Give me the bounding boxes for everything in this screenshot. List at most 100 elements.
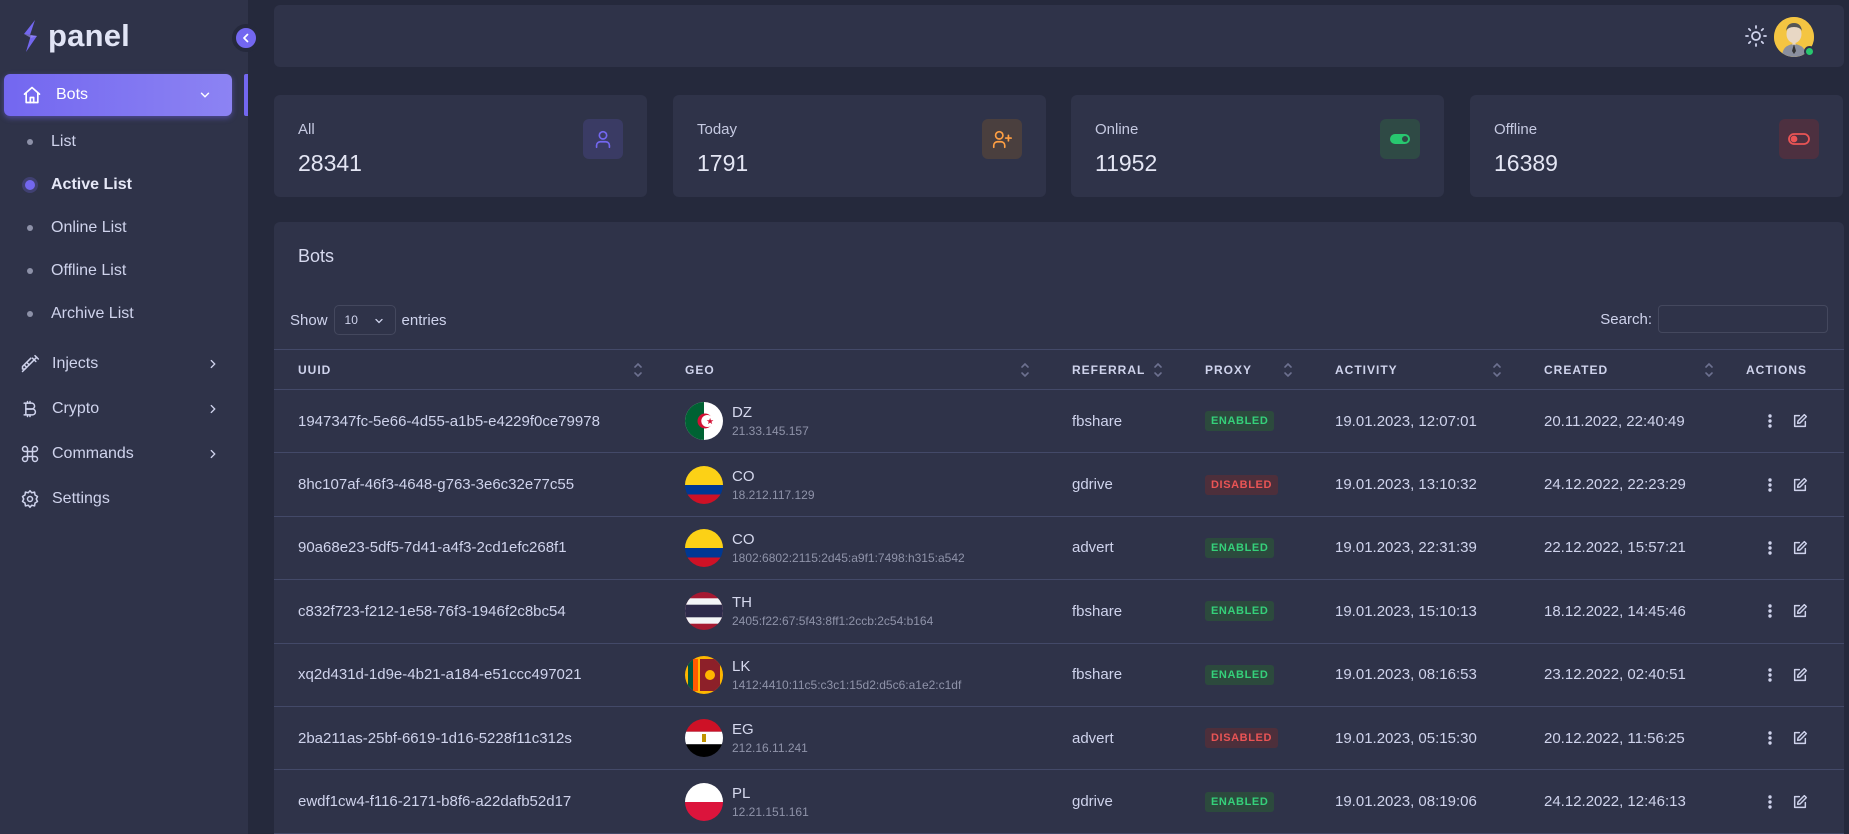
sidebar-collapse-button[interactable] [232, 24, 260, 52]
column-header-uuid[interactable]: UUID [274, 349, 661, 390]
chevron-right-icon [210, 404, 216, 414]
sidebar-item-commands[interactable]: Commands [0, 436, 248, 472]
more-vertical-icon[interactable] [1762, 539, 1778, 557]
sidebar-item-injects[interactable]: Injects [0, 346, 248, 382]
table-row: 1947347fc-5e66-4d55-a1b5-e4229f0ce79978 D… [274, 389, 1844, 454]
activity-text: 19.01.2023, 13:10:32 [1335, 476, 1477, 494]
flag-icon [685, 719, 723, 758]
referral-cell: advert [1048, 516, 1181, 581]
activity-cell: 19.01.2023, 13:10:32 [1311, 452, 1520, 517]
referral-cell: fbshare [1048, 389, 1181, 454]
column-header-activity[interactable]: ACTIVITY [1311, 349, 1520, 390]
geo-cell: CO 1802:6802:2115:2d45:a9f1:7498:h315:a54… [661, 516, 1048, 581]
sun-icon[interactable] [1744, 24, 1768, 48]
more-vertical-icon[interactable] [1762, 793, 1778, 811]
online-status-dot [1804, 46, 1815, 57]
stat-value: 1791 [697, 150, 749, 176]
sidebar-item-label: Commands [52, 445, 134, 462]
country-code: TH [732, 594, 752, 612]
geo-cell: DZ 21.33.145.157 [661, 389, 1048, 454]
sidebar-subitem-offline-list[interactable]: Offline List [0, 256, 248, 286]
ip-address: 2405:f22:67:5f43:8ff1:2ccb:2c54:b164 [732, 614, 934, 629]
sidebar-subitem-archive-list[interactable]: Archive List [0, 299, 248, 329]
bitcoin-icon [19, 398, 41, 420]
edit-icon[interactable] [1792, 730, 1808, 746]
stat-title: Offline [1494, 121, 1538, 138]
status-badge: ENABLED [1205, 411, 1275, 432]
actions-cell [1732, 516, 1844, 581]
row-actions [1756, 793, 1844, 811]
sidebar-item-crypto[interactable]: Crypto [0, 391, 248, 427]
sort-icon [1284, 362, 1292, 378]
status-badge: ENABLED [1205, 664, 1275, 685]
sidebar-subitem-online-list[interactable]: Online List [0, 213, 248, 243]
activity-cell: 19.01.2023, 08:19:06 [1311, 769, 1520, 834]
referral-cell: fbshare [1048, 579, 1181, 644]
geo-cell: TH 2405:f22:67:5f43:8ff1:2ccb:2c54:b164 [661, 579, 1048, 644]
ip-address: 1412:4410:11c5:c3c1:15d2:d5c6:a1e2:c1df [732, 677, 962, 692]
edit-icon[interactable] [1792, 603, 1808, 619]
sidebar-item-settings[interactable]: Settings [0, 481, 248, 517]
sidebar-subitem-label: Active List [51, 176, 132, 193]
geo-cell: EG 212.16.11.241 [661, 706, 1048, 771]
sidebar-subitem-list[interactable]: List [0, 127, 248, 157]
created-text: 24.12.2022, 12:46:13 [1544, 793, 1686, 811]
bullet-icon [25, 180, 35, 190]
avatar[interactable] [1774, 17, 1815, 57]
actions-cell [1732, 452, 1844, 517]
more-vertical-icon[interactable] [1762, 476, 1778, 494]
edit-icon[interactable] [1792, 540, 1808, 556]
brand[interactable]: panel [18, 18, 130, 54]
referral-text: fbshare [1072, 666, 1123, 684]
uuid-text: c832f723-f212-1e58-76f3-1946f2c8bc54 [298, 602, 566, 620]
activity-text: 19.01.2023, 15:10:13 [1335, 602, 1477, 620]
activity-text: 19.01.2023, 08:19:06 [1335, 793, 1477, 811]
created-text: 24.12.2022, 22:23:29 [1544, 476, 1686, 494]
created-cell: 20.11.2022, 22:40:49 [1520, 389, 1732, 454]
search-label: Search: [1600, 310, 1652, 328]
status-badge: DISABLED [1205, 728, 1279, 749]
sort-icon [1021, 362, 1029, 378]
uuid-cell: 90a68e23-5df5-7d41-a4f3-2cd1efc268f1 [274, 516, 661, 581]
topbar [274, 5, 1844, 67]
column-header-referral[interactable]: REFERRAL [1048, 349, 1181, 390]
more-vertical-icon[interactable] [1762, 602, 1778, 620]
stat-value: 16389 [1494, 150, 1558, 176]
search-input[interactable] [1658, 305, 1828, 333]
more-vertical-icon[interactable] [1762, 666, 1778, 684]
activity-cell: 19.01.2023, 22:31:39 [1311, 516, 1520, 581]
entries-select[interactable]: 10 [333, 305, 396, 335]
edit-icon[interactable] [1792, 794, 1808, 810]
command-icon [19, 443, 41, 465]
bots-table: UUID GEO REFERRAL PROXY ACTIVITY CREATED… [274, 349, 1844, 834]
more-vertical-icon[interactable] [1762, 729, 1778, 747]
table-row: 90a68e23-5df5-7d41-a4f3-2cd1efc268f1 CO 18… [274, 516, 1844, 581]
column-header-created[interactable]: CREATED [1520, 349, 1732, 390]
created-text: 23.12.2022, 02:40:51 [1544, 666, 1686, 684]
column-header-geo[interactable]: GEO [661, 349, 1048, 390]
sidebar-item-bots[interactable]: Bots [4, 74, 232, 116]
referral-cell: gdrive [1048, 769, 1181, 834]
row-actions [1756, 729, 1844, 747]
column-header-proxy[interactable]: PROXY [1181, 349, 1311, 390]
created-text: 18.12.2022, 14:45:46 [1544, 602, 1686, 620]
edit-icon[interactable] [1792, 413, 1808, 429]
edit-icon[interactable] [1792, 477, 1808, 493]
sidebar-item-label: Injects [52, 355, 99, 372]
activity-text: 19.01.2023, 12:07:01 [1335, 412, 1477, 430]
ip-address: 212.16.11.241 [732, 741, 808, 756]
activity-cell: 19.01.2023, 12:07:01 [1311, 389, 1520, 454]
referral-cell: advert [1048, 706, 1181, 771]
created-cell: 24.12.2022, 12:46:13 [1520, 769, 1732, 834]
sidebar-item-label: Crypto [52, 400, 100, 417]
edit-icon[interactable] [1792, 667, 1808, 683]
proxy-cell: ENABLED [1181, 769, 1311, 834]
ip-address: 12.21.151.161 [732, 804, 809, 819]
uuid-cell: 8hc107af-46f3-4648-g763-3e6c32e77c55 [274, 452, 661, 517]
more-vertical-icon[interactable] [1762, 412, 1778, 430]
column-label: ACTIVITY [1335, 362, 1398, 377]
sidebar-subitem-active-list[interactable]: Active List [0, 170, 248, 200]
proxy-cell: DISABLED [1181, 706, 1311, 771]
entries-length-control: Show 10 entries [290, 305, 447, 335]
created-cell: 22.12.2022, 15:57:21 [1520, 516, 1732, 581]
